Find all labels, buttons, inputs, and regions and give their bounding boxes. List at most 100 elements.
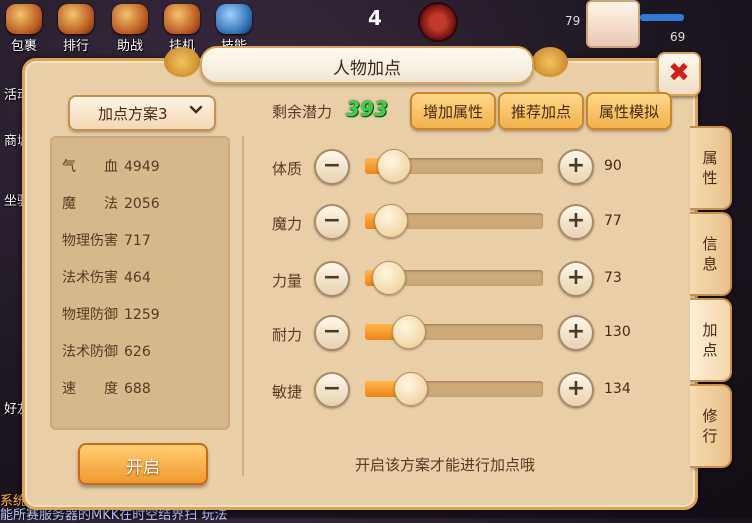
plus-button[interactable]: + (558, 315, 594, 351)
plus-button[interactable]: + (558, 261, 594, 297)
bag-button[interactable]: 包裹 (2, 4, 46, 54)
center-number: 4 (368, 6, 382, 30)
minus-button[interactable]: − (314, 261, 350, 297)
stat-row-speed: 速 度 688 (62, 378, 151, 400)
tab-attributes[interactable]: 属性 (690, 126, 732, 210)
top-hud: 包裹 排行 助战 挂机 技能 4 79 69 (0, 0, 752, 54)
attribute-slider[interactable] (365, 315, 543, 349)
scheme-dropdown[interactable]: 加点方案3 (68, 95, 216, 131)
idle-icon (164, 4, 200, 34)
idle-button[interactable]: 挂机 (160, 4, 204, 54)
skill-icon (216, 4, 252, 34)
party-value-2: 69 (670, 30, 686, 44)
slider-handle[interactable] (392, 315, 426, 349)
attribute-value: 134 (604, 381, 631, 397)
plus-icon: + (566, 376, 586, 401)
stat-label: 法术防御 (62, 344, 118, 360)
minus-button[interactable]: − (314, 372, 350, 408)
attribute-slider[interactable] (365, 372, 543, 406)
plus-icon: + (566, 319, 586, 344)
attribute-name: 魔力 (272, 215, 303, 233)
assist-icon (112, 4, 148, 34)
tab-add-points[interactable]: 加点 (690, 298, 732, 382)
minus-icon: − (322, 265, 342, 290)
stat-row-phys-def: 物理防御 1259 (62, 304, 160, 326)
bag-icon (6, 4, 42, 34)
attribute-value: 73 (604, 270, 622, 286)
stat-value: 1259 (124, 307, 160, 323)
stat-value: 717 (124, 233, 151, 249)
attribute-row-endurance: 耐力 − +130 (270, 314, 640, 354)
open-scheme-button[interactable]: 开启 (78, 443, 208, 485)
recommend-button[interactable]: 推荐加点 (498, 92, 584, 130)
simulate-button[interactable]: 属性模拟 (586, 92, 672, 130)
open-scheme-label: 开启 (126, 458, 160, 478)
attribute-slider[interactable] (365, 204, 543, 238)
stat-label: 物理防御 (62, 307, 118, 323)
bag-label: 包裹 (10, 39, 37, 54)
attribute-value: 77 (604, 213, 622, 229)
minus-icon: − (322, 153, 342, 178)
simulate-label: 属性模拟 (598, 103, 659, 121)
assist-label: 助战 (116, 39, 143, 54)
potential-label: 剩余潜力 (272, 103, 333, 121)
slider-handle[interactable] (374, 204, 408, 238)
plus-button[interactable]: + (558, 372, 594, 408)
title-ornament-left (164, 47, 200, 77)
attribute-slider[interactable] (365, 149, 543, 183)
hint-text: 开启该方案才能进行加点哦 (354, 456, 535, 474)
recommend-label: 推荐加点 (510, 103, 571, 121)
plus-button[interactable]: + (558, 149, 594, 185)
plus-button[interactable]: + (558, 204, 594, 240)
slider-handle[interactable] (372, 261, 406, 295)
tab-info[interactable]: 信息 (690, 212, 732, 296)
stat-label: 法术伤害 (62, 270, 118, 286)
emblem-icon[interactable] (418, 2, 458, 42)
plus-icon: + (566, 208, 586, 233)
attribute-value: 90 (604, 158, 622, 174)
scheme-selected: 加点方案3 (98, 105, 168, 123)
stat-row-hp: 气 血 4949 (62, 156, 160, 178)
tab-cultivation[interactable]: 修行 (690, 384, 732, 468)
plus-icon: + (566, 153, 586, 178)
title-ornament-right (532, 47, 568, 77)
tab-label: 加点 (702, 321, 718, 359)
minus-icon: − (322, 319, 342, 344)
add-attribute-button[interactable]: 增加属性 (410, 92, 496, 130)
attribute-row-agility: 敏捷 − +134 (270, 371, 640, 411)
skill-button[interactable]: 技能 (212, 4, 256, 54)
slider-handle[interactable] (377, 149, 411, 183)
ranking-icon (58, 4, 94, 34)
minus-button[interactable]: − (314, 315, 350, 351)
slider-handle[interactable] (394, 372, 428, 406)
attribute-slider[interactable] (365, 261, 543, 295)
chevron-down-icon (188, 102, 206, 120)
minus-icon: − (322, 208, 342, 233)
stat-label: 速 度 (62, 381, 118, 397)
stat-label: 气 血 (62, 159, 118, 175)
stats-list: 气 血 4949 魔 法 2056 物理伤害 717 法术伤害 464 物理防御 1259… (50, 136, 230, 430)
ranking-button[interactable]: 排行 (54, 4, 98, 54)
close-icon: ✖ (668, 58, 690, 88)
stat-label: 魔 法 (62, 196, 118, 212)
party-value-1: 79 (565, 14, 581, 28)
attribute-name: 力量 (272, 272, 303, 290)
party-portrait[interactable] (586, 0, 640, 48)
window-title: 人物加点 (333, 59, 401, 79)
ranking-label: 排行 (62, 39, 89, 54)
minus-button[interactable]: − (314, 149, 350, 185)
attribute-name: 耐力 (272, 326, 303, 344)
close-button[interactable]: ✖ (657, 52, 701, 96)
assist-button[interactable]: 助战 (108, 4, 152, 54)
attribute-row-strength: 力量 − +73 (270, 260, 640, 300)
tab-label: 属性 (702, 149, 718, 187)
stat-row-phys-atk: 物理伤害 717 (62, 230, 151, 252)
plus-icon: + (566, 265, 586, 290)
minus-button[interactable]: − (314, 204, 350, 240)
minus-icon: − (322, 376, 342, 401)
attribute-name: 敏捷 (272, 383, 303, 401)
stat-label: 物理伤害 (62, 233, 118, 249)
tab-label: 信息 (702, 235, 718, 273)
divider (242, 136, 244, 476)
title-plate: 人物加点 (200, 46, 534, 84)
